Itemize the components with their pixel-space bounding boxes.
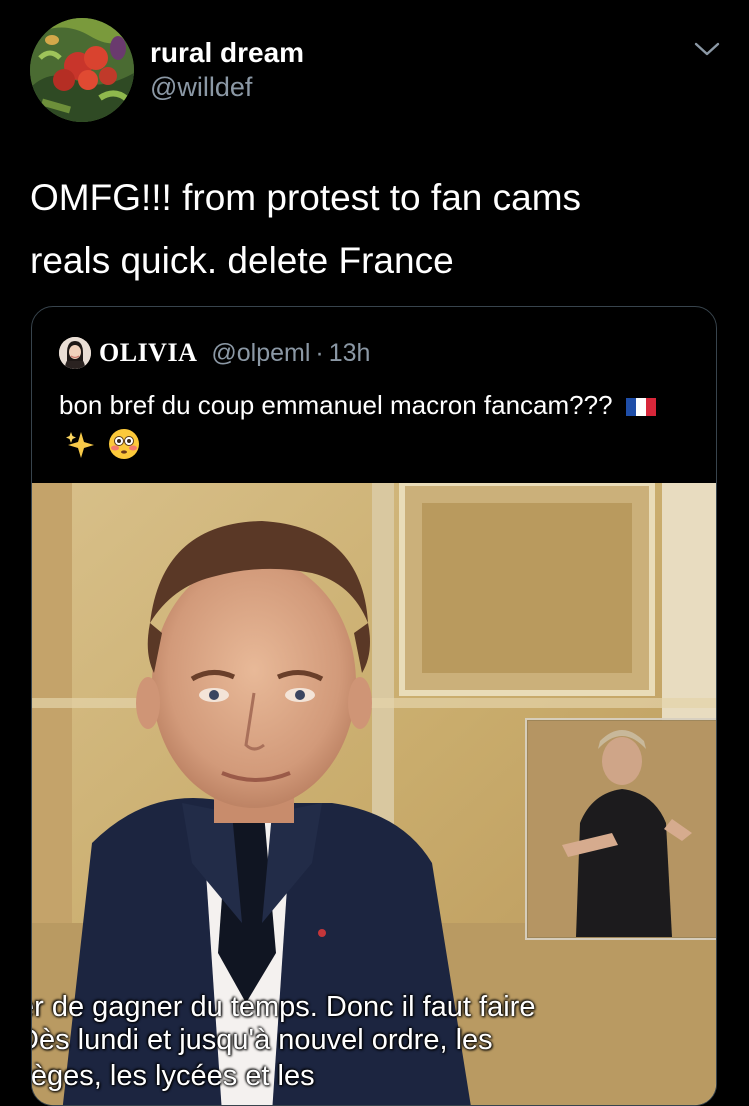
sparkles-icon: [65, 430, 95, 470]
flag-france-icon: [625, 391, 656, 428]
quoted-timestamp[interactable]: 13h: [329, 339, 371, 368]
quoted-user-handle[interactable]: @olpeml: [211, 339, 310, 368]
person-avatar[interactable]: [59, 337, 91, 369]
user-block: rural dream @willdef: [150, 36, 304, 104]
user-handle[interactable]: @willdef: [150, 70, 304, 104]
video-caption-line: Dès lundi et jusqu'à nouvel ordre, les: [32, 1024, 493, 1056]
vegetables-avatar[interactable]: [30, 18, 134, 122]
tweet-header: rural dream @willdef: [30, 18, 720, 122]
quoted-tweet-text: bon bref du coup emmanuel macron fancam?…: [59, 387, 699, 470]
flushed-face-icon: [108, 428, 140, 470]
video-caption-line: llèges, les lycées et les: [32, 1060, 315, 1092]
video-caption-line: er de gagner du temps. Donc il faut fair…: [32, 991, 536, 1023]
chevron-down-icon[interactable]: [694, 40, 720, 58]
tweet-text: OMFG!!! from protest to fan cams reals q…: [30, 177, 582, 281]
video-media[interactable]: er de gagner du temps. Donc il faut fair…: [32, 483, 716, 1105]
separator-dot: ·: [315, 338, 324, 367]
quoted-tweet-card[interactable]: OLIVIA @olpeml · 13h bon bref du coup em…: [31, 306, 717, 1106]
quoted-text-body: bon bref du coup emmanuel macron fancam?…: [59, 390, 613, 420]
display-name[interactable]: rural dream: [150, 36, 304, 70]
quoted-tweet-header: OLIVIA @olpeml · 13h: [59, 335, 370, 371]
quoted-display-name[interactable]: OLIVIA: [99, 338, 197, 368]
